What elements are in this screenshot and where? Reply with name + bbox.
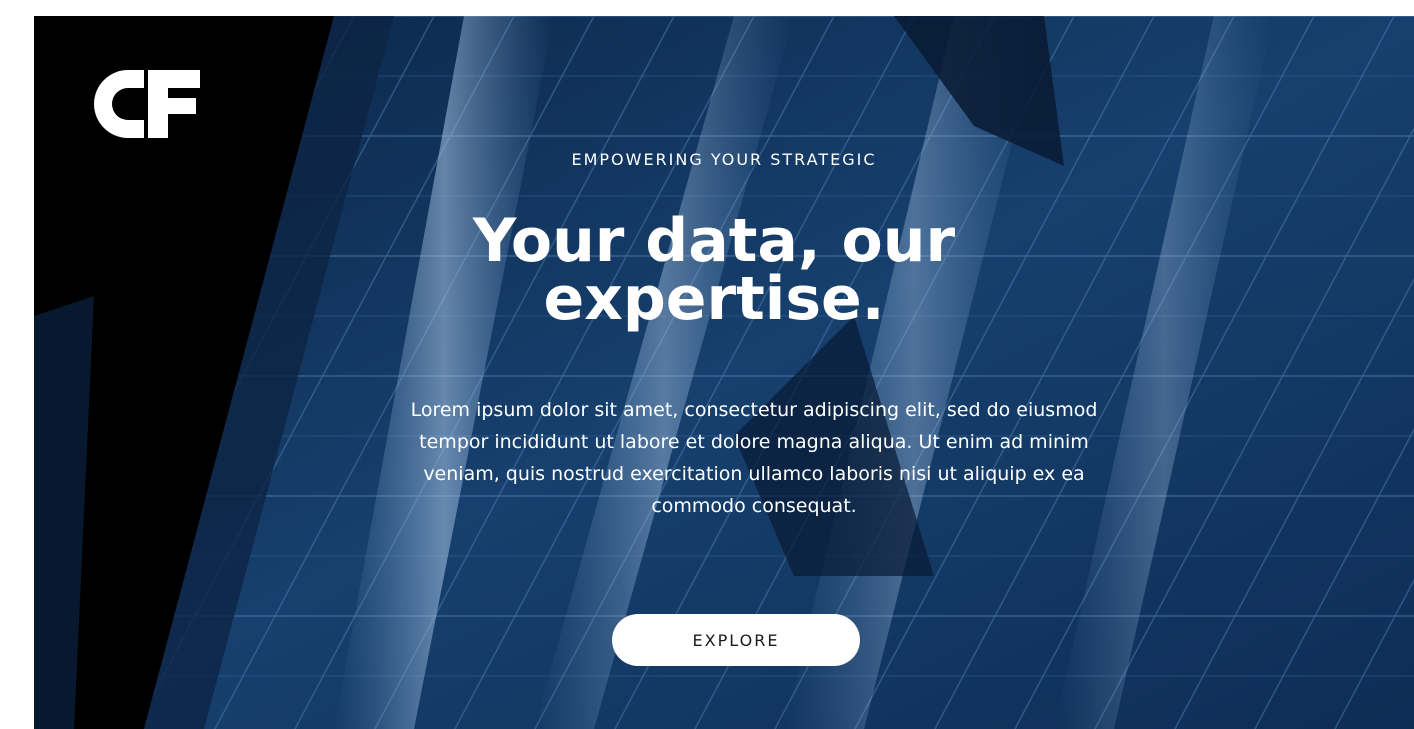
explore-button[interactable]: EXPLORE (612, 614, 860, 666)
hero-eyebrow: EMPOWERING YOUR STRATEGIC (571, 150, 877, 169)
headline-line-2: expertise. (543, 264, 885, 334)
hero-section: & EMPOWERING YOUR STRATEGIC Your data, o… (34, 16, 1414, 729)
hero-description: Lorem ipsum dolor sit amet, consectetur … (410, 399, 1098, 517)
brand-logo-mark[interactable]: & (92, 68, 202, 140)
hero-headline: Your data, our expertise. (394, 211, 1034, 329)
svg-text:&: & (122, 89, 145, 119)
